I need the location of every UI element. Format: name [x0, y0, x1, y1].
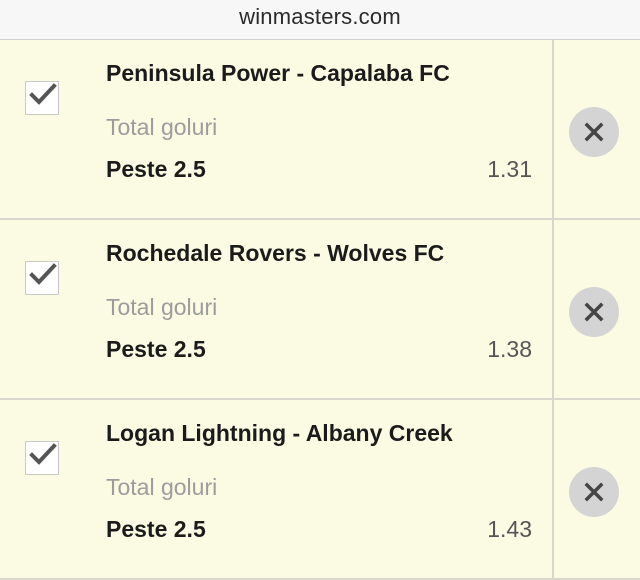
column-divider: [552, 400, 554, 578]
odds-value: 1.38: [487, 336, 532, 362]
remove-bet-button[interactable]: [569, 287, 619, 337]
bet-row: Rochedale Rovers - Wolves FC Total golur…: [0, 220, 640, 400]
check-icon: [29, 443, 57, 465]
selection-name: Peste 2.5: [106, 516, 206, 542]
odds-value: 1.43: [487, 516, 532, 542]
close-icon: [584, 482, 604, 502]
bet-checkbox[interactable]: [25, 441, 59, 475]
match-name: Rochedale Rovers - Wolves FC: [106, 240, 445, 266]
check-icon: [29, 83, 57, 105]
site-domain: winmasters.com: [239, 4, 401, 29]
bet-checkbox[interactable]: [25, 261, 59, 295]
bet-row: Logan Lightning - Albany Creek Total gol…: [0, 400, 640, 580]
column-divider: [552, 40, 554, 218]
close-icon: [584, 302, 604, 322]
column-divider: [552, 220, 554, 398]
bet-checkbox[interactable]: [25, 81, 59, 115]
match-name: Peninsula Power - Capalaba FC: [106, 60, 450, 86]
check-icon: [29, 263, 57, 285]
remove-bet-button[interactable]: [569, 467, 619, 517]
remove-bet-button[interactable]: [569, 107, 619, 157]
odds-value: 1.31: [487, 156, 532, 182]
close-icon: [584, 122, 604, 142]
selection-name: Peste 2.5: [106, 156, 206, 182]
browser-address-bar[interactable]: winmasters.com: [0, 0, 640, 40]
selection-name: Peste 2.5: [106, 336, 206, 362]
market-name: Total goluri: [106, 114, 218, 140]
bet-row: Peninsula Power - Capalaba FC Total golu…: [0, 40, 640, 220]
bet-slip-list: Peninsula Power - Capalaba FC Total golu…: [0, 40, 640, 580]
market-name: Total goluri: [106, 294, 218, 320]
market-name: Total goluri: [106, 474, 218, 500]
match-name: Logan Lightning - Albany Creek: [106, 420, 453, 446]
